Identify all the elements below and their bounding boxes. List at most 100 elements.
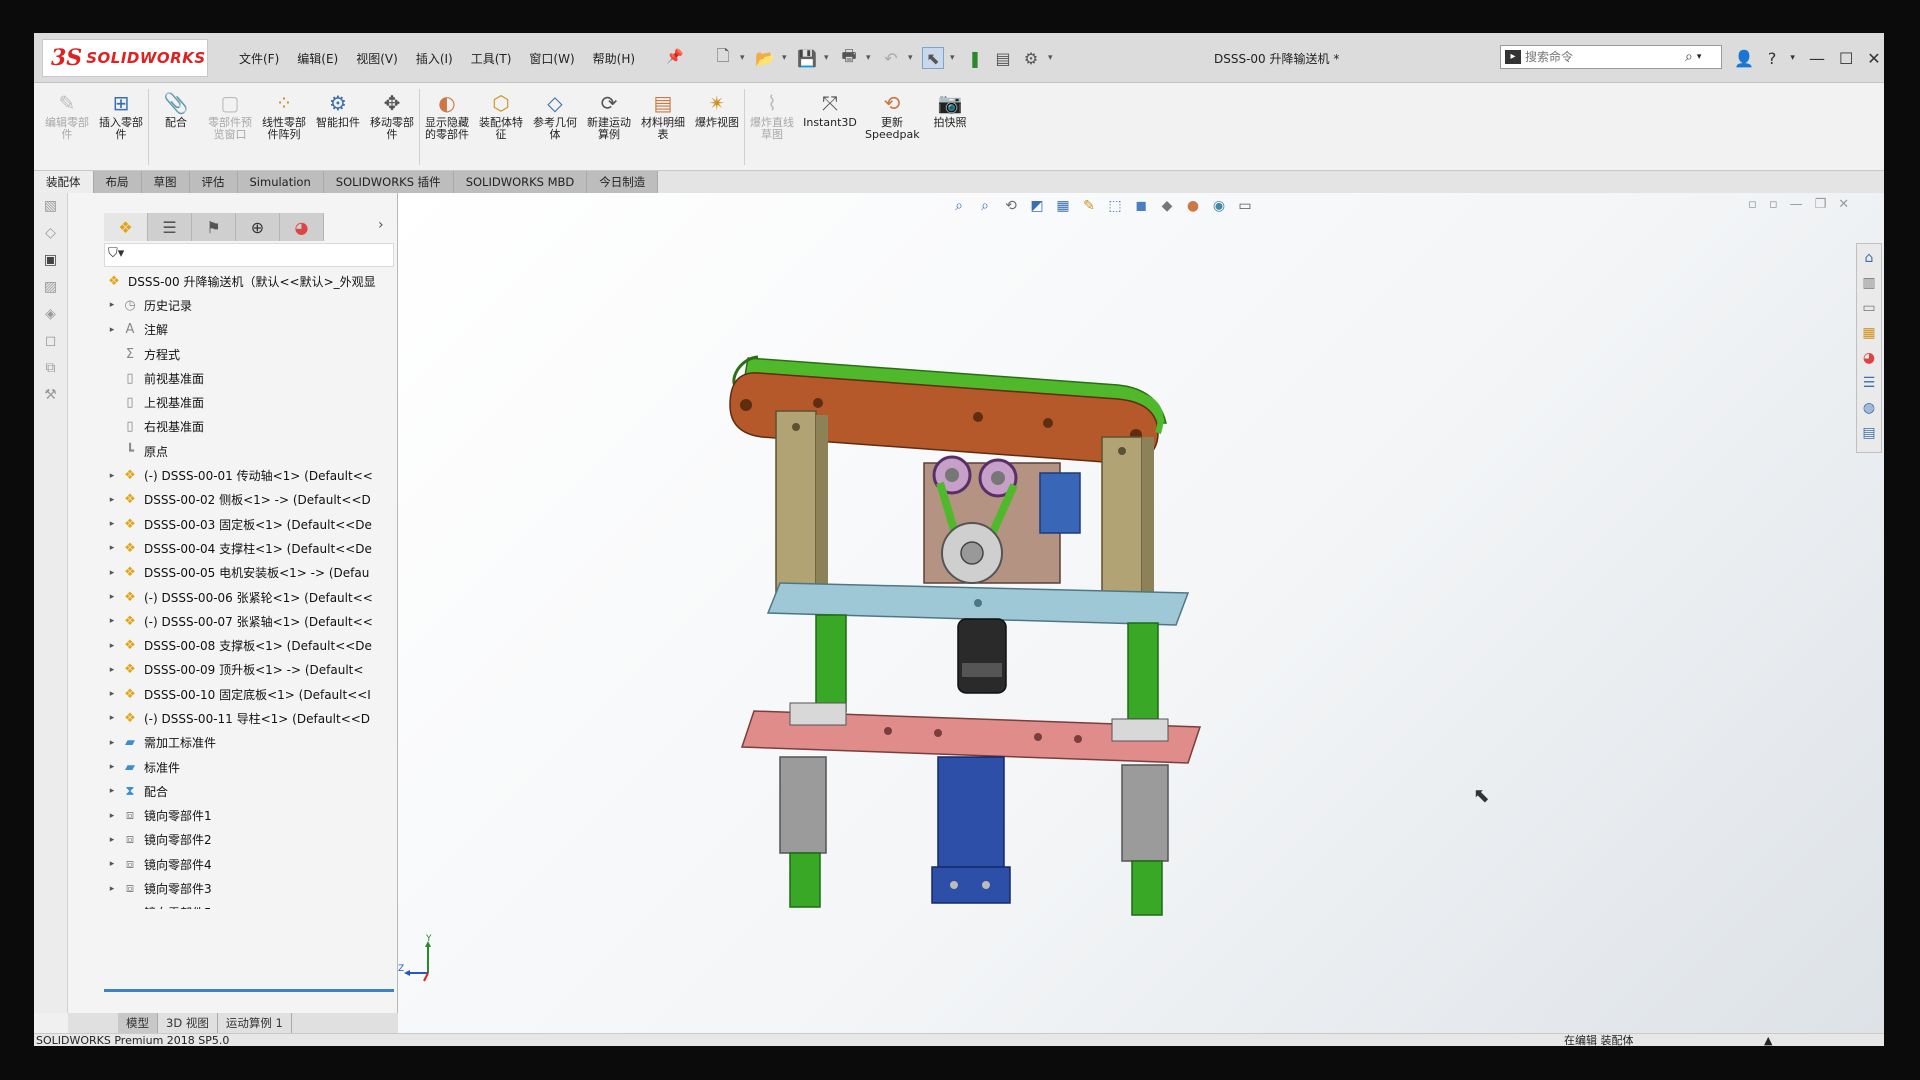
tree-filter[interactable]: ⛉▾ [104,243,394,267]
chevron-down-icon[interactable]: ▾ [866,53,874,63]
tree-item[interactable]: ▸ ❖ DSSS-00-02 侧板<1> -> (Default<<D [104,488,398,512]
expand-arrow-icon[interactable]: ▸ [104,859,120,869]
options-gear-icon[interactable]: ⚙ [1020,47,1042,69]
view-tool-icon[interactable]: ◻ [39,333,63,355]
viewport-minimize-icon[interactable]: — [1790,197,1803,212]
select-cursor-icon[interactable]: ⬉ [922,47,944,69]
expand-arrow-icon[interactable]: ▸ [104,592,120,602]
filter-icon[interactable]: ⛉▾ [108,246,124,261]
view-setting-icon[interactable]: ✎ [1078,196,1100,216]
tree-item[interactable]: ▯ 右视基准面 [104,415,398,439]
viewport-maximize-icon[interactable]: ❐ [1815,197,1827,212]
display-style-icon[interactable]: ◼ [1130,196,1152,216]
ribbon-button-move-component[interactable]: ✥ 移动零部件 [365,83,419,141]
zoom-to-fit-icon[interactable]: ⌕ [948,196,970,216]
view-settings-icon[interactable]: ▭ [1234,196,1256,216]
tree-item[interactable]: ▸ ❖ DSSS-00-04 支撑柱<1> (Default<<De [104,536,398,560]
tree-item[interactable]: ▸⧈ 镜向零部件5 [104,901,398,909]
tree-item[interactable]: ▯ 上视基准面 [104,390,398,414]
tree-root-assembly[interactable]: ❖ DSSS-00 升降输送机（默认<<默认>_外观显 [104,269,398,293]
ribbon-button-mate[interactable]: 📎 配合 [149,83,203,129]
expand-arrow-icon[interactable]: ▸ [104,689,120,699]
bushing-left[interactable] [789,702,847,726]
user-icon[interactable]: 👤 [1734,49,1754,68]
open-folder-icon[interactable]: 📂 [754,47,776,69]
bottom-tab-0[interactable]: 模型 [118,1013,158,1033]
ribbon-button-reference-geometry[interactable]: ◇ 参考几何体 [528,83,582,141]
home-icon[interactable]: ⌂ [1858,247,1880,269]
support-post-left[interactable] [775,410,817,602]
ribbon-button-linear-pattern[interactable]: ⁘ 线性零部件阵列 [257,83,311,141]
tree-item[interactable]: ▸ ▰ 需加工标准件 [104,731,398,755]
menu-edit[interactable]: 编辑(E) [288,50,347,67]
print-icon[interactable]: 🖶 [838,46,860,69]
lifting-conveyor-model[interactable] [718,333,1238,923]
chevron-down-icon[interactable]: ▾ [950,53,958,63]
display-manager-tab-icon[interactable]: ◕ [280,213,324,241]
ribbon-button-edit-component[interactable]: ✎ 编辑零部件 [40,83,94,141]
undo-icon[interactable]: ↶ [880,47,902,69]
zoom-to-area-icon[interactable]: ⌕ [974,196,996,216]
ribbon-button-bom[interactable]: ▤ 材料明细表 [636,83,690,141]
chevron-down-icon[interactable]: ▾ [740,53,748,63]
tree-item[interactable]: ▸ ❖ DSSS-00-05 电机安装板<1> -> (Defau [104,561,398,585]
tab-1[interactable]: 布局 [93,171,142,193]
tree-item[interactable]: ▸ ⧈ 镜向零部件4 [104,852,398,876]
file-explorer-icon[interactable]: ▭ [1858,297,1880,319]
tree-item[interactable]: ▸ ❖ (-) DSSS-00-06 张紧轮<1> (Default<< [104,585,398,609]
tab-2[interactable]: 草图 [141,171,190,193]
expand-arrow-icon[interactable]: ▸ [104,300,120,310]
tree-item[interactable]: ▯ 前视基准面 [104,366,398,390]
ribbon-button-show-hidden[interactable]: ◐ 显示隐藏的零部件 [420,83,474,141]
tree-item[interactable]: ▸ ⧗ 配合 [104,779,398,803]
view-orientation-icon[interactable]: ⬚ [1104,196,1126,216]
menu-window[interactable]: 窗口(W) [520,50,583,67]
menu-tools[interactable]: 工具(T) [462,50,521,67]
ribbon-button-exploded-view[interactable]: ✴ 爆炸视图 [690,83,744,129]
chevron-down-icon[interactable]: ▾ [1048,53,1056,63]
search-box[interactable]: ▸ ⌕ ▾ [1500,45,1722,69]
tab-7[interactable]: 今日制造 [587,171,659,193]
dynamic-annotation-icon[interactable]: ▦ [1052,196,1074,216]
tree-item[interactable]: Σ 方程式 [104,342,398,366]
ribbon-button-snapshot[interactable]: 📷 拍快照 [923,83,977,129]
hide-show-items-icon[interactable]: ◆ [1156,196,1178,216]
lift-cylinder[interactable] [937,756,1005,878]
ribbon-button-motion-study[interactable]: ⟳ 新建运动算例 [582,83,636,141]
lift-cylinder-base[interactable] [931,866,1011,904]
search-icon[interactable]: ⌕ [1685,49,1693,65]
tree-item[interactable]: ▸ ❖ (-) DSSS-00-01 传动轴<1> (Default<< [104,463,398,487]
expand-arrow-icon[interactable]: ▸ [104,713,120,723]
maximize-icon[interactable]: ☐ [1839,49,1853,68]
bottom-tab-2[interactable]: 运动算例 1 [218,1013,292,1033]
tree-item[interactable]: ▸ A 注解 [104,318,398,342]
edit-appearance-icon[interactable]: ● [1182,196,1204,216]
save-icon[interactable]: 💾 [796,47,818,69]
expand-arrow-icon[interactable]: ▸ [104,884,120,894]
expand-arrow-icon[interactable]: ▸ [104,519,120,529]
comments-icon[interactable]: ▤ [1858,422,1880,444]
expand-arrow-icon[interactable]: ▸ [104,495,120,505]
viewport-restore-icon[interactable]: ▫ [1748,197,1757,212]
minimize-icon[interactable]: — [1809,49,1825,68]
ribbon-button-insert-component[interactable]: ⊞ 插入零部件 [94,83,148,141]
tree-item[interactable]: ▸ ❖ (-) DSSS-00-11 导柱<1> (Default<<D [104,706,398,730]
chevron-down-icon[interactable]: ▾ [908,53,916,63]
sketch-tool-icon[interactable]: ▧ [39,198,63,220]
menu-file[interactable]: 文件(F) [230,50,288,67]
feature-tree-tab-icon[interactable]: ❖ [104,213,148,241]
expand-arrow-icon[interactable]: ▸ [104,325,120,335]
bushing-right[interactable] [1111,718,1169,742]
guide-sleeve-right[interactable] [1121,764,1169,862]
traffic-light-icon[interactable]: ❚ [964,47,986,69]
resources-icon[interactable]: ▥ [1858,272,1880,294]
motor-body[interactable] [1039,472,1081,534]
previous-view-icon[interactable]: ⟲ [1000,196,1022,216]
tree-item[interactable]: ▸ ⧈ 镜向零部件1 [104,804,398,828]
expand-arrow-icon[interactable]: ▸ [104,738,120,748]
chevron-down-icon[interactable]: ▾ [824,53,832,63]
file-properties-icon[interactable]: ▤ [992,47,1014,69]
viewport-tile-icon[interactable]: ▫ [1769,197,1778,212]
ribbon-button-speedpak[interactable]: ⟲ 更新Speedpak [861,83,923,141]
display-tool-icon[interactable]: ▣ [39,252,63,274]
